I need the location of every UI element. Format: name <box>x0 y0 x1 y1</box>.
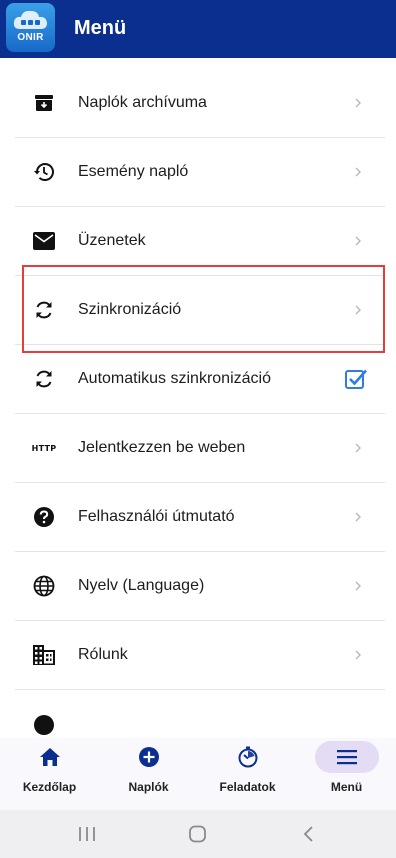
bottom-nav: Kezdőlap Naplók Feladatok Menü <box>0 738 396 810</box>
nav-item-menu[interactable]: Menü <box>297 738 396 810</box>
nav-label: Naplók <box>128 780 169 794</box>
nav-icon-container <box>216 741 280 773</box>
nav-label: Feladatok <box>219 780 276 794</box>
menu-item-auto-sync[interactable]: Automatikus szinkronizáció <box>15 345 385 414</box>
nav-icon-container <box>314 741 379 773</box>
history-icon <box>32 160 56 184</box>
menu-item-label: Naplók archívuma <box>78 94 207 111</box>
back-icon[interactable] <box>297 824 321 844</box>
menu-list: Naplók archívuma Esemény napló Üzenetek … <box>0 58 396 738</box>
menu-item-label: Esemény napló <box>78 163 189 180</box>
chevron-right-icon <box>355 650 361 660</box>
home-button-icon[interactable] <box>186 824 210 844</box>
chevron-right-icon <box>355 305 361 315</box>
mail-icon <box>32 229 56 253</box>
recent-apps-icon[interactable] <box>75 824 99 844</box>
building-icon <box>32 643 56 667</box>
nav-icon-container <box>117 741 181 773</box>
nav-label: Kezdőlap <box>22 780 77 794</box>
help-icon <box>32 505 56 529</box>
app-bar: ONIR Menü <box>0 0 396 58</box>
nav-label: Menü <box>330 780 363 794</box>
menu-icon <box>336 750 357 765</box>
sync-icon <box>32 298 56 322</box>
menu-item-label: Nyelv (Language) <box>78 577 205 594</box>
menu-item-about[interactable]: Rólunk <box>15 621 385 690</box>
nav-item-tasks[interactable]: Feladatok <box>198 738 297 810</box>
chevron-right-icon <box>355 167 361 177</box>
http-icon: HTTP <box>31 443 57 453</box>
menu-item-event-log[interactable]: Esemény napló <box>15 138 385 207</box>
nav-icon-container <box>18 741 82 773</box>
menu-item-label: Szinkronizáció <box>78 301 182 318</box>
menu-item-web-login[interactable]: HTTP Jelentkezzen be weben <box>15 414 385 483</box>
page-title: Menü <box>74 17 127 39</box>
chevron-right-icon <box>355 443 361 453</box>
auto-sync-checkbox[interactable] <box>344 367 368 391</box>
globe-icon <box>32 574 56 598</box>
menu-item-archive[interactable]: Naplók archívuma <box>15 69 385 138</box>
cloud-logo-icon <box>13 10 47 29</box>
menu-item-label: Rólunk <box>78 646 128 663</box>
menu-item-language[interactable]: Nyelv (Language) <box>15 552 385 621</box>
nav-item-home[interactable]: Kezdőlap <box>0 738 99 810</box>
menu-item-messages[interactable]: Üzenetek <box>15 207 385 276</box>
system-nav-bar <box>0 810 396 858</box>
chevron-right-icon <box>355 512 361 522</box>
onir-logo: ONIR <box>6 3 55 52</box>
logo-text: ONIR <box>17 32 44 43</box>
chevron-right-icon <box>355 581 361 591</box>
menu-item-label: Üzenetek <box>78 232 146 249</box>
more-icon <box>32 713 56 737</box>
menu-item-label: Felhasználói útmutató <box>78 508 235 525</box>
menu-item-label: Jelentkezzen be weben <box>78 439 246 456</box>
menu-item-label: Automatikus szinkronizáció <box>78 370 271 387</box>
add-circle-icon <box>138 747 159 767</box>
menu-item-user-guide[interactable]: Felhasználói útmutató <box>15 483 385 552</box>
archive-icon <box>32 91 56 115</box>
nav-item-logs[interactable]: Naplók <box>99 738 198 810</box>
sync-icon <box>32 367 56 391</box>
timer-icon <box>238 746 257 768</box>
home-icon <box>39 748 60 766</box>
chevron-right-icon <box>355 236 361 246</box>
chevron-right-icon <box>355 98 361 108</box>
menu-item-partial[interactable] <box>15 690 385 738</box>
menu-item-sync[interactable]: Szinkronizáció <box>15 276 385 345</box>
